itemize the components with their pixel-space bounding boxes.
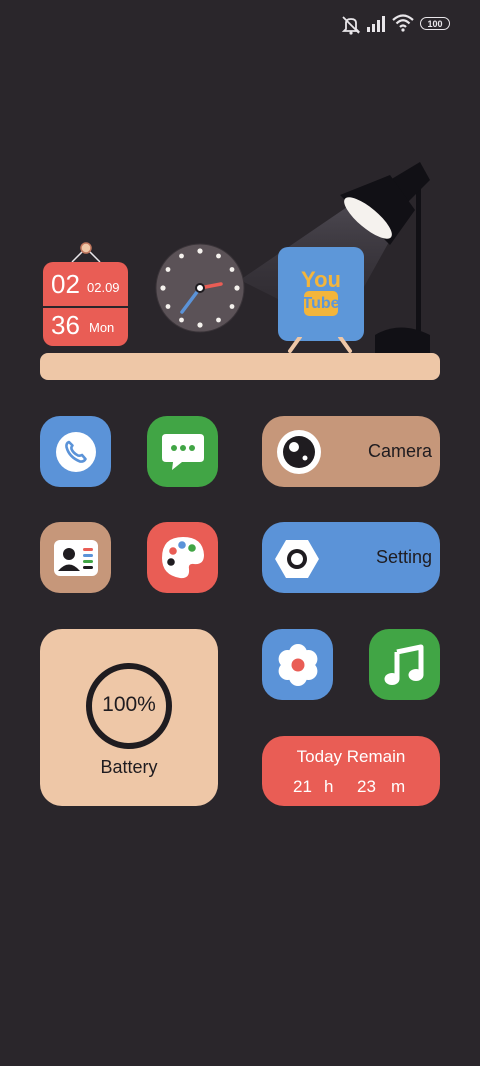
today-remain-title: Today Remain [296,747,406,766]
mute-icon [341,16,361,35]
youtube-logo-you: You [301,267,341,292]
themes-palette-icon [161,536,204,578]
youtube-logo-tube: Tube [302,291,340,316]
shelf [40,353,440,380]
remain-minutes-unit: m [391,777,406,796]
signal-icon [367,16,385,32]
today-remain-widget[interactable]: Today Remain 21 h 23 m [262,736,440,806]
remain-hours-value: 21 [293,777,312,796]
battery-widget[interactable]: 100% Battery [40,629,218,806]
phone-icon [55,431,96,472]
gallery-app-button[interactable] [262,629,333,700]
battery-label: Battery [100,757,158,777]
calendar-bottom-card: 36 Mon [43,308,128,346]
youtube-app-widget[interactable]: You Tube [278,247,364,355]
camera-lens-icon [277,430,321,474]
calendar-date: 02.09 [87,280,120,295]
gallery-flower-icon [278,643,317,686]
status-bar: 100 [0,0,480,46]
music-app-button[interactable] [369,629,440,700]
calendar-minute: 36 [51,310,80,340]
wifi-icon [392,14,414,32]
phone-app-button[interactable] [40,416,111,487]
messages-icon [161,433,204,470]
contacts-icon [53,539,98,576]
music-note-icon [384,644,423,685]
youtube-stand-icon [288,337,352,353]
analog-clock-widget[interactable] [155,243,245,333]
themes-app-button[interactable] [147,522,218,593]
youtube-screen: You Tube [278,247,364,341]
calendar-hour: 02 [51,269,80,299]
camera-label: Camera [367,441,432,461]
remain-hours-unit: h [324,777,334,796]
calendar-widget[interactable]: 02 02.09 36 Mon [42,242,128,346]
setting-widget-button[interactable]: Setting [262,522,440,593]
battery-percent: 100% [102,693,156,716]
remain-minutes-value: 23 [357,777,376,796]
battery-level-text: 100 [427,18,443,29]
setting-label: Setting [375,547,432,567]
messages-app-button[interactable] [147,416,218,487]
contacts-app-button[interactable] [40,522,111,593]
calendar-top-card: 02 02.09 [43,262,128,306]
settings-gear-icon [275,539,319,579]
battery-icon: 100 [420,17,450,30]
calendar-day: Mon [89,320,115,335]
camera-widget-button[interactable]: Camera [262,416,440,487]
